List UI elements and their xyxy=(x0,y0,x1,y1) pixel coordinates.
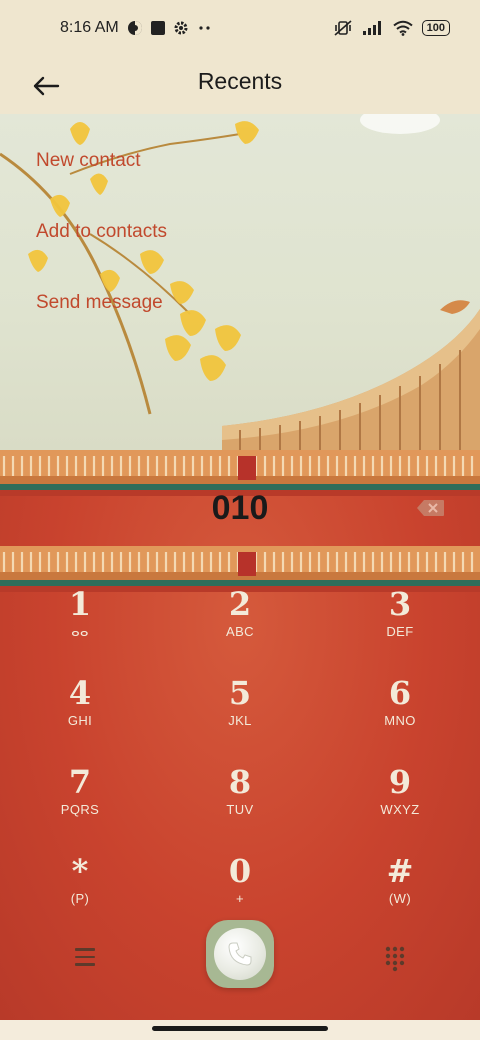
new-contact-link[interactable]: New contact xyxy=(36,150,141,172)
battery-indicator: 100 xyxy=(421,20,450,36)
key-3[interactable]: 3 DEF xyxy=(340,586,460,666)
gesture-nav-area xyxy=(0,1020,480,1040)
wifi-icon xyxy=(393,20,413,36)
page-title: Recents xyxy=(197,68,283,94)
send-message-link[interactable]: Send message xyxy=(36,292,163,314)
more-dots-icon xyxy=(199,26,210,30)
status-time: 8:16 AM xyxy=(60,19,119,36)
backspace-icon[interactable] xyxy=(416,498,446,518)
key-8[interactable]: 8 TUV xyxy=(180,764,300,844)
dialer-bottom-bar xyxy=(0,920,480,1020)
notification-square-icon xyxy=(150,21,165,35)
home-indicator[interactable] xyxy=(152,1026,328,1031)
call-button[interactable] xyxy=(206,920,274,988)
app-bar: Recents xyxy=(0,56,480,114)
dialpad-icon[interactable] xyxy=(380,942,410,972)
dialed-number: 010 xyxy=(211,489,269,527)
recents-hero-panel: New contact Add to contacts Send message xyxy=(0,114,480,450)
status-bar: 8:16 AM 100 xyxy=(0,0,480,56)
settings-icon xyxy=(174,21,188,35)
menu-icon[interactable] xyxy=(70,942,100,972)
key-1[interactable]: 1 ⴰⴰ xyxy=(20,586,140,666)
voicemail-icon: ⴰⴰ xyxy=(71,624,89,639)
signal-icon xyxy=(362,21,381,35)
key-5[interactable]: 5 JKL xyxy=(180,675,300,755)
add-to-contacts-link[interactable]: Add to contacts xyxy=(36,221,167,243)
key-2[interactable]: 2 ABC xyxy=(180,586,300,666)
key-4[interactable]: 4 GHI xyxy=(20,675,140,755)
key-6[interactable]: 6 MNO xyxy=(340,675,460,755)
phone-icon xyxy=(228,942,252,966)
dialed-number-display: 010 xyxy=(0,486,480,530)
key-7[interactable]: 7 PQRS xyxy=(20,764,140,844)
key-9[interactable]: 9 WXYZ xyxy=(340,764,460,844)
mute-vibrate-icon xyxy=(334,20,352,36)
vpn-icon xyxy=(127,21,142,35)
